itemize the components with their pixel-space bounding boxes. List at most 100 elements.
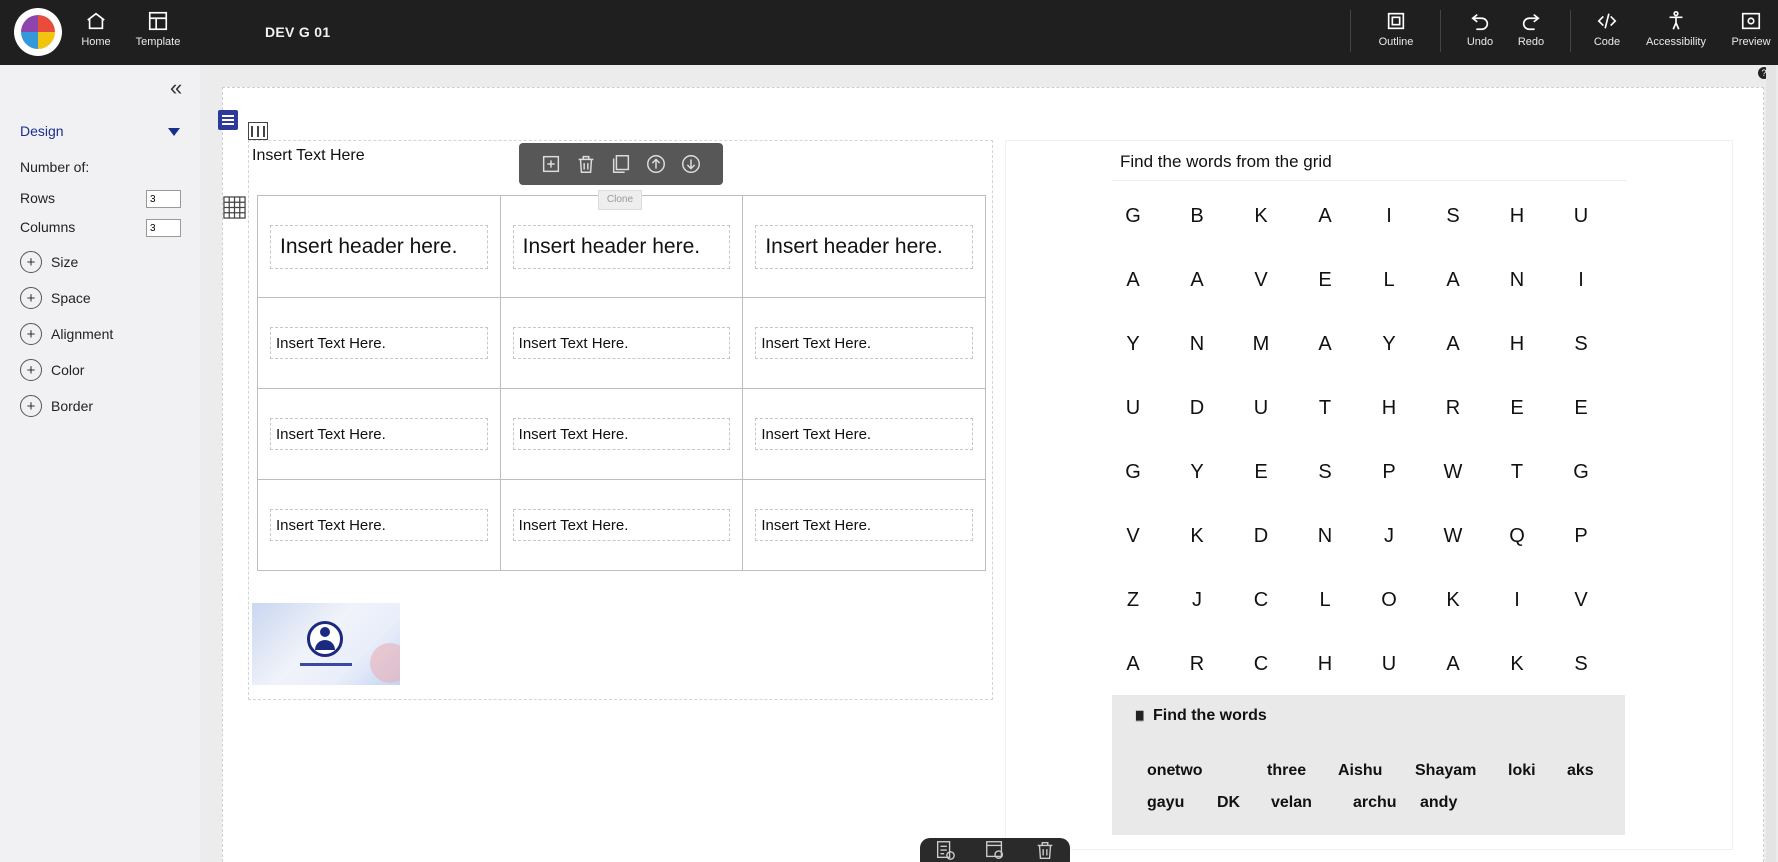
grid-letter[interactable]: C xyxy=(1246,653,1276,676)
table-header-cell[interactable]: Insert header here. xyxy=(742,195,986,298)
image-thumbnail[interactable] xyxy=(252,603,400,685)
grid-letter[interactable]: H xyxy=(1310,653,1340,676)
grid-letter[interactable]: S xyxy=(1566,653,1596,676)
grid-letter[interactable]: E xyxy=(1566,397,1596,420)
grid-letter[interactable]: T xyxy=(1502,461,1532,484)
grid-letter[interactable]: Q xyxy=(1502,525,1532,548)
grid-letter[interactable]: J xyxy=(1182,589,1212,612)
preview-button[interactable]: Preview xyxy=(1728,10,1774,54)
space-section[interactable]: + Space xyxy=(20,287,91,309)
grid-letter[interactable]: Y xyxy=(1182,461,1212,484)
grid-letter[interactable]: K xyxy=(1502,653,1532,676)
cell-text[interactable]: Insert Text Here. xyxy=(512,509,731,541)
grid-letter[interactable]: E xyxy=(1502,397,1532,420)
table-cell[interactable]: Insert Text Here. xyxy=(742,297,986,389)
delete-icon[interactable] xyxy=(575,153,597,175)
grid-letter[interactable]: A xyxy=(1438,653,1468,676)
cell-text[interactable]: Insert Text Here. xyxy=(512,327,731,359)
grid-letter[interactable]: A xyxy=(1310,205,1340,228)
table-cell[interactable]: Insert Text Here. xyxy=(257,479,501,571)
grid-letter[interactable]: L xyxy=(1310,589,1340,612)
grid-letter[interactable]: Z xyxy=(1118,589,1148,612)
grid-letter[interactable]: V xyxy=(1118,525,1148,548)
size-section[interactable]: + Size xyxy=(20,251,78,273)
collapse-sidebar-icon[interactable]: « xyxy=(170,75,182,101)
grid-letter[interactable]: K xyxy=(1246,205,1276,228)
grid-letter[interactable]: I xyxy=(1566,269,1596,292)
grid-letter[interactable]: G xyxy=(1118,205,1148,228)
grid-letter[interactable]: W xyxy=(1438,461,1468,484)
move-down-icon[interactable] xyxy=(680,153,702,175)
grid-letter[interactable]: Y xyxy=(1374,333,1404,356)
grid-letter[interactable]: U xyxy=(1374,653,1404,676)
grid-letter[interactable]: R xyxy=(1438,397,1468,420)
table-cell[interactable]: Insert Text Here. xyxy=(499,388,744,480)
cell-text[interactable]: Insert Text Here. xyxy=(270,327,488,359)
code-button[interactable]: Code xyxy=(1588,10,1626,54)
redo-button[interactable]: Redo xyxy=(1511,10,1551,54)
alignment-section[interactable]: + Alignment xyxy=(20,323,113,345)
grid-letter[interactable]: S xyxy=(1438,205,1468,228)
cell-text[interactable]: Insert Text Here. xyxy=(755,327,973,359)
grid-letter[interactable]: N xyxy=(1310,525,1340,548)
grid-letter[interactable]: H xyxy=(1502,205,1532,228)
grid-letter[interactable]: A xyxy=(1310,333,1340,356)
columns-icon[interactable] xyxy=(248,122,268,140)
table-icon[interactable] xyxy=(223,196,246,219)
grid-letter[interactable]: B xyxy=(1182,205,1212,228)
grid-letter[interactable]: U xyxy=(1118,397,1148,420)
grid-letter[interactable]: E xyxy=(1310,269,1340,292)
header-text[interactable]: Insert header here. xyxy=(270,224,488,269)
grid-letter[interactable]: A xyxy=(1182,269,1212,292)
cell-text[interactable]: Insert Text Here. xyxy=(270,418,488,450)
vertical-scrollbar[interactable] xyxy=(1766,65,1776,862)
grid-letter[interactable]: G xyxy=(1118,461,1148,484)
caret-down-icon[interactable] xyxy=(168,128,180,136)
grid-letter[interactable]: D xyxy=(1246,525,1276,548)
text-block[interactable]: Insert Text Here xyxy=(252,147,365,165)
rows-input[interactable] xyxy=(146,190,181,208)
grid-letter[interactable]: I xyxy=(1502,589,1532,612)
cell-text[interactable]: Insert Text Here. xyxy=(512,418,731,450)
table-cell[interactable]: Insert Text Here. xyxy=(499,297,744,389)
checklist-icon[interactable] xyxy=(933,839,957,861)
app-logo[interactable] xyxy=(14,8,62,56)
grid-letter[interactable]: I xyxy=(1374,205,1404,228)
grid-letter[interactable]: C xyxy=(1246,589,1276,612)
columns-input[interactable] xyxy=(146,219,181,237)
move-up-icon[interactable] xyxy=(645,153,667,175)
grid-letter[interactable]: S xyxy=(1310,461,1340,484)
grid-letter[interactable]: D xyxy=(1182,397,1212,420)
color-section[interactable]: + Color xyxy=(20,359,84,381)
grid-letter[interactable]: K xyxy=(1182,525,1212,548)
grid-letter[interactable]: G xyxy=(1566,461,1596,484)
grid-letter[interactable]: O xyxy=(1374,589,1404,612)
grid-letter[interactable]: A xyxy=(1118,653,1148,676)
home-button[interactable]: Home xyxy=(76,10,116,54)
grid-letter[interactable]: R xyxy=(1182,653,1212,676)
undo-button[interactable]: Undo xyxy=(1460,10,1500,54)
grid-letter[interactable]: K xyxy=(1438,589,1468,612)
table-cell[interactable]: Insert Text Here. xyxy=(257,388,501,480)
grid-letter[interactable]: L xyxy=(1374,269,1404,292)
table-cell[interactable]: Insert Text Here. xyxy=(742,479,986,571)
grid-letter[interactable]: P xyxy=(1374,461,1404,484)
grid-letter[interactable]: E xyxy=(1246,461,1276,484)
grid-letter[interactable]: M xyxy=(1246,333,1276,356)
grid-letter[interactable]: V xyxy=(1246,269,1276,292)
cell-text[interactable]: Insert Text Here. xyxy=(755,418,973,450)
grid-letter[interactable]: N xyxy=(1502,269,1532,292)
grid-letter[interactable]: A xyxy=(1438,269,1468,292)
grid-letter[interactable]: N xyxy=(1182,333,1212,356)
grid-letter[interactable]: H xyxy=(1374,397,1404,420)
check-template-icon[interactable] xyxy=(983,839,1007,861)
border-section[interactable]: + Border xyxy=(20,395,93,417)
table-header-cell[interactable]: Insert header here. xyxy=(499,195,744,298)
grid-letter[interactable]: J xyxy=(1374,525,1404,548)
grid-letter[interactable]: W xyxy=(1438,525,1468,548)
grid-letter[interactable]: U xyxy=(1246,397,1276,420)
design-section-header[interactable]: Design xyxy=(20,123,64,139)
header-text[interactable]: Insert header here. xyxy=(755,224,973,269)
grid-letter[interactable]: A xyxy=(1438,333,1468,356)
grid-letter[interactable]: A xyxy=(1118,269,1148,292)
